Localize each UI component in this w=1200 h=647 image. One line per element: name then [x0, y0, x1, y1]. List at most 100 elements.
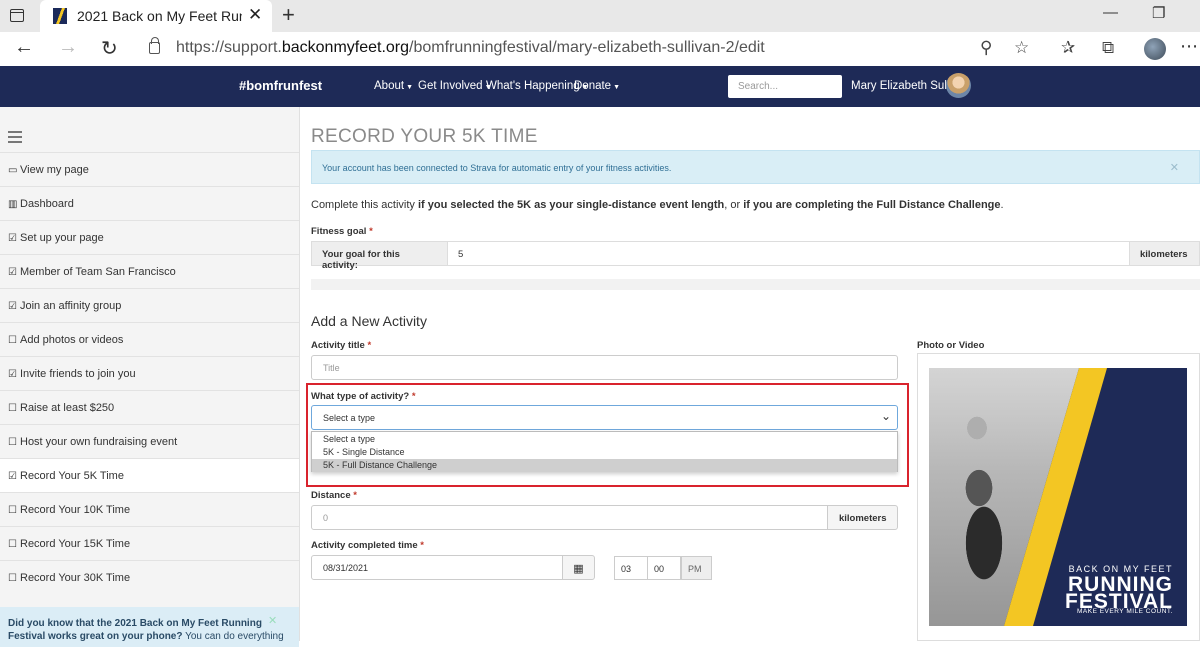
festival-photo: BACK ON MY FEET RUNNING FESTIVAL MAKE EV… — [929, 368, 1187, 626]
sidebar-item[interactable]: ☐ Record Your 10K Time — [0, 492, 299, 526]
time-label-text: Activity completed time — [311, 540, 418, 551]
sidebar-item[interactable]: ▭ View my page — [0, 152, 299, 186]
search-input[interactable]: Search... — [728, 75, 842, 98]
activity-type-label: What type of activity? * — [311, 391, 416, 402]
url-field[interactable]: https://support.backonmyfeet.org/bomfrun… — [176, 39, 765, 57]
tab-close-icon[interactable]: ✕ — [248, 5, 262, 25]
back-icon[interactable]: ← — [14, 36, 34, 59]
new-tab-icon[interactable]: + — [282, 2, 295, 28]
activity-title-label: Activity title * — [311, 340, 371, 351]
distance-input[interactable]: 0 — [311, 505, 828, 530]
caret-down-icon: ▼ — [613, 84, 621, 91]
nav-about[interactable]: About ▼ — [374, 80, 413, 92]
close-icon[interactable]: ✕ — [268, 615, 277, 628]
browser-tab[interactable]: 2021 Back on My Feet Running F ✕ — [40, 0, 272, 32]
forward-icon[interactable]: → — [58, 36, 78, 59]
caret-down-icon: ▼ — [406, 84, 413, 91]
close-icon[interactable]: ✕ — [1170, 161, 1179, 174]
intro-bold: if you selected the 5K as your single-di… — [417, 199, 725, 211]
sidebar-item-label: Add photos or videos — [20, 334, 124, 346]
collections-icon[interactable]: ⧉ — [1102, 38, 1114, 58]
sidebar-item[interactable]: ▥ Dashboard — [0, 186, 299, 220]
sidebar-item-label: Record Your 30K Time — [20, 572, 131, 584]
calendar-icon[interactable]: ▦ — [562, 555, 595, 580]
checked-box-icon: ☑ — [8, 267, 17, 278]
user-avatar[interactable] — [946, 73, 971, 98]
checked-box-icon: ☑ — [8, 233, 17, 244]
empty-box-icon: ☐ — [8, 539, 17, 550]
sidebar-item-label: Member of Team San Francisco — [20, 266, 176, 278]
monitor-icon: ▭ — [8, 165, 18, 176]
nav-whats-happening-label: What's Happening — [486, 80, 580, 92]
sidebar-item[interactable]: ☑ Join an affinity group — [0, 288, 299, 322]
sidebar-item[interactable]: ☑ Member of Team San Francisco — [0, 254, 299, 288]
bar-chart-icon: ▥ — [8, 199, 18, 210]
nav-get-involved-label: Get Involved — [418, 80, 483, 92]
activity-type-dropdown: Select a type 5K - Single Distance 5K - … — [311, 431, 898, 472]
profile-avatar[interactable] — [1144, 38, 1166, 60]
promo-banner: Did you know that the 2021 Back on My Fe… — [0, 607, 299, 647]
chevron-down-icon: ⌄ — [880, 409, 891, 423]
sidebar-item[interactable]: ☑ Record Your 5K Time — [0, 458, 299, 492]
favorite-add-icon[interactable]: ☆ — [1014, 38, 1029, 58]
restore-icon[interactable]: ❐ — [1152, 4, 1165, 22]
sidebar-item-label: Invite friends to join you — [20, 368, 136, 380]
browser-address-bar: ← → ↻ https://support.backonmyfeet.org/b… — [0, 32, 1200, 66]
fitness-goal-label: Fitness goal * — [311, 226, 373, 237]
minute-input[interactable]: 00 — [647, 556, 681, 580]
progress-strip — [311, 279, 1200, 290]
lock-icon[interactable] — [149, 37, 160, 54]
nav-get-involved[interactable]: Get Involved ▼ — [418, 80, 492, 92]
goal-unit: kilometers — [1129, 242, 1199, 265]
ampm-toggle[interactable]: PM — [681, 556, 712, 580]
sidebar-item-label: Record Your 10K Time — [20, 504, 131, 516]
sidebar-item[interactable]: ☐ Raise at least $250 — [0, 390, 299, 424]
activity-title-input[interactable]: Title — [311, 355, 898, 380]
photo-text-line: MAKE EVERY MILE COUNT. — [1076, 608, 1173, 615]
site-navbar: #bomfrunfest About ▼ Get Involved ▼ What's… — [0, 66, 1200, 107]
goal-value-input[interactable]: 5 — [458, 249, 463, 260]
url-domain: backonmyfeet.org — [281, 39, 410, 56]
menu-icon[interactable] — [8, 131, 22, 143]
required-marker: * — [367, 340, 372, 351]
sidebar-item-label: Set up your page — [20, 232, 104, 244]
nav-donate[interactable]: Donate ▼ — [574, 80, 620, 92]
favorites-icon[interactable]: ✰ — [1061, 38, 1075, 58]
more-icon[interactable]: ⋯ — [1180, 36, 1198, 57]
sidebar-item[interactable]: ☐ Host your own fundraising event — [0, 424, 299, 458]
activity-type-select[interactable]: Select a type ⌄ — [311, 405, 898, 430]
checked-box-icon: ☑ — [8, 471, 17, 482]
strava-alert: Your account has been connected to Strav… — [311, 150, 1200, 184]
distance-label-text: Distance — [311, 490, 351, 501]
date-input[interactable]: 08/31/2021 — [311, 555, 563, 580]
dropdown-option[interactable]: 5K - Single Distance — [312, 446, 897, 459]
minimize-icon[interactable]: — — [1103, 4, 1118, 21]
zoom-icon[interactable]: ⚲ — [980, 38, 992, 58]
sidebar-item-label: Join an affinity group — [20, 300, 122, 312]
intro-part: , or — [724, 199, 744, 211]
sidebar-item[interactable]: ☐ Add photos or videos — [0, 322, 299, 356]
tab-actions-icon[interactable] — [10, 9, 24, 22]
sidebar-item-label: Record Your 5K Time — [20, 470, 124, 482]
activity-type-label-text: What type of activity? — [311, 391, 410, 402]
page-title: RECORD YOUR 5K TIME — [311, 126, 538, 147]
goal-addon: Your goal for this activity: — [312, 242, 448, 271]
sidebar-item[interactable]: ☑ Set up your page — [0, 220, 299, 254]
activity-type-selected: Select a type — [323, 413, 376, 423]
alert-text: Your account has been connected to Strav… — [322, 163, 672, 173]
sidebar-item-label: Raise at least $250 — [20, 402, 115, 414]
refresh-icon[interactable]: ↻ — [101, 36, 118, 61]
sidebar-item-label: Record Your 15K Time — [20, 538, 131, 550]
hour-input[interactable]: 03 — [614, 556, 648, 580]
sidebar-item[interactable]: ☐ Record Your 15K Time — [0, 526, 299, 560]
empty-box-icon: ☐ — [8, 437, 17, 448]
site-favicon-icon — [53, 8, 67, 24]
sidebar-item[interactable]: ☐ Record Your 30K Time — [0, 560, 299, 594]
sidebar: ▭ View my page ▥ Dashboard ☑ Set up your page… — [0, 107, 300, 647]
required-marker: * — [369, 226, 373, 237]
intro-part: Complete this activity — [311, 199, 418, 211]
dropdown-option[interactable]: Select a type — [312, 433, 897, 446]
sidebar-item[interactable]: ☑ Invite friends to join you — [0, 356, 299, 390]
dropdown-option[interactable]: 5K - Full Distance Challenge — [312, 459, 897, 472]
site-brand[interactable]: #bomfrunfest — [239, 78, 322, 93]
